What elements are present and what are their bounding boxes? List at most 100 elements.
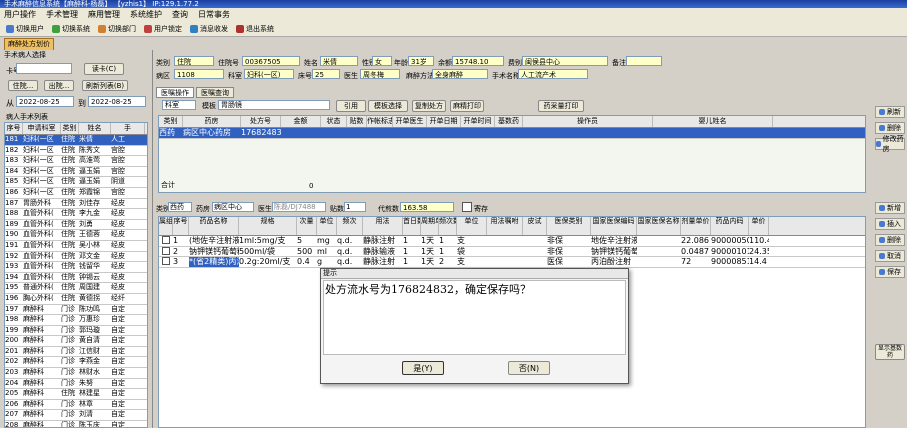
list-item[interactable]: 184 妇科(一区 住院 逼玉娟 宫腔 bbox=[5, 167, 147, 178]
side-button[interactable]: 删除 bbox=[875, 122, 905, 134]
column-header[interactable]: 用法 bbox=[363, 217, 403, 235]
print-narcotic-button[interactable]: 麻精打印 bbox=[450, 100, 484, 112]
column-header[interactable]: 操作员 bbox=[523, 116, 653, 127]
column-header[interactable]: 类别 bbox=[61, 123, 79, 134]
menu-item[interactable]: 日常事务 bbox=[198, 9, 230, 20]
column-header[interactable]: 次量 bbox=[297, 217, 317, 235]
list-item[interactable]: 207 麻醉科 门诊 刘清 自定 bbox=[5, 410, 147, 422]
list-item[interactable]: 186 妇科(一区 住院 郑霞锦 宫腔 bbox=[5, 188, 147, 199]
rx-tie-input[interactable]: 1 bbox=[344, 202, 366, 212]
toolbar-button[interactable]: 切换系统 bbox=[50, 24, 92, 34]
column-header[interactable]: 单位 bbox=[457, 217, 487, 235]
list-item[interactable]: 197 麻醉科 门诊 陈功鸣 自定 bbox=[5, 305, 147, 316]
column-header[interactable]: 国家医保编码 bbox=[591, 217, 637, 235]
column-header[interactable]: 贴数 bbox=[347, 116, 367, 127]
column-header[interactable]: 周期单位 bbox=[421, 217, 439, 235]
column-header[interactable]: 药品内码 bbox=[711, 217, 749, 235]
read-card-button[interactable]: 读卡(C) bbox=[84, 63, 124, 75]
column-header[interactable]: 医保类别 bbox=[547, 217, 591, 235]
list-item[interactable]: 181 妇科(一区 住院 米倩 人工 bbox=[5, 135, 147, 146]
list-item[interactable]: 208 麻醉科 门诊 陈玉庆 自定 bbox=[5, 421, 147, 427]
row-checkbox[interactable] bbox=[159, 257, 173, 267]
table-row[interactable]: 3 *(省2精类)丙泊酚0.2g:20ml/支 0.4 g q.d. 静脉注射 1 1天 2 支 医… bbox=[159, 257, 865, 268]
list-item[interactable]: 204 麻醉科 门诊 朱努 自定 bbox=[5, 379, 147, 390]
row-checkbox[interactable] bbox=[159, 246, 173, 257]
side-button[interactable]: 插入 bbox=[875, 218, 905, 230]
column-header[interactable]: 频次 bbox=[337, 217, 363, 235]
column-header[interactable]: 用法嘱咐 bbox=[487, 217, 523, 235]
table-row[interactable]: 1 (地佐辛注射液 1ml:5mg/支 5 mg q.d. 静脉注射 1 1天 1 支 非保 地佐辛注射… bbox=[159, 236, 865, 247]
column-header[interactable]: 金额 bbox=[281, 116, 321, 127]
list-item[interactable]: 194 血管外科(住院 钟锡云 经皮 bbox=[5, 273, 147, 284]
template-input[interactable]: 胃肠镜 bbox=[218, 100, 330, 110]
list-item[interactable]: 196 胸心外科(住院 黄德拐 经纤 bbox=[5, 294, 147, 305]
rx-pharm-select[interactable]: 病区中心 bbox=[212, 202, 254, 212]
menu-item[interactable]: 系统维护 bbox=[130, 9, 162, 20]
column-header[interactable]: 开单日期 bbox=[427, 116, 461, 127]
toolbar-button[interactable]: 用户锁定 bbox=[142, 24, 184, 34]
column-header[interactable]: 频次数量 bbox=[439, 217, 457, 235]
column-header[interactable]: 单位 bbox=[317, 217, 337, 235]
list-item[interactable]: 188 血管外科(住院 李九金 经皮 bbox=[5, 209, 147, 220]
use-button[interactable]: 引用 bbox=[336, 100, 366, 112]
no-button[interactable]: 否(N) bbox=[508, 361, 550, 375]
side-button[interactable]: 新增 bbox=[875, 202, 905, 214]
list-item[interactable]: 190 血管外科(住院 王德蓉 经皮 bbox=[5, 230, 147, 241]
list-item[interactable]: 199 麻醉科 门诊 郭玛璇 自定 bbox=[5, 326, 147, 337]
row-checkbox[interactable] bbox=[159, 236, 173, 246]
list-item[interactable]: 202 麻醉科 门诊 李燕金 自定 bbox=[5, 357, 147, 369]
column-header[interactable]: 单价 bbox=[749, 217, 769, 235]
list-item[interactable]: 183 妇科(一区 住院 高淮莺 宫腔 bbox=[5, 156, 147, 167]
column-header[interactable]: 国家医保名称 bbox=[637, 217, 681, 235]
list-item[interactable]: 182 妇科(一区 住院 陈秀文 宫腔 bbox=[5, 146, 147, 157]
column-header[interactable]: 药房 bbox=[183, 116, 241, 127]
list-item[interactable]: 189 血管外科(住院 刘勇 经皮 bbox=[5, 220, 147, 231]
memo-field[interactable] bbox=[626, 56, 662, 66]
card-input[interactable] bbox=[16, 63, 72, 74]
copy-rx-button[interactable]: 复制处方 bbox=[412, 100, 446, 112]
side-button[interactable]: 取消 bbox=[875, 250, 905, 262]
menu-item[interactable]: 麻用管理 bbox=[88, 9, 120, 20]
list-item[interactable]: 200 麻醉科 门诊 黄自清 自定 bbox=[5, 336, 147, 347]
menu-item[interactable]: 手术管理 bbox=[46, 9, 78, 20]
column-header[interactable]: 申请科室 bbox=[23, 123, 61, 134]
column-header[interactable]: 手 bbox=[111, 123, 145, 134]
list-item[interactable]: 195 普通外科(住院 周国建 经皮 bbox=[5, 283, 147, 294]
column-header[interactable]: 开单医生 bbox=[393, 116, 427, 127]
refresh-list-button[interactable]: 刷新列表(B) bbox=[82, 80, 128, 91]
list-item[interactable]: 187 胃肠外科 住院 刘佳存 经皮 bbox=[5, 199, 147, 210]
column-header[interactable]: 处方号 bbox=[241, 116, 281, 127]
date-to-input[interactable]: 2022-08-25 bbox=[88, 96, 146, 107]
list-item[interactable]: 185 妇科(一区 住院 逼玉娟 阴道 bbox=[5, 177, 147, 188]
table-row[interactable]: 2 钠钾镁钙葡萄糖注射液500ml/袋 500 ml q.d. 静脉输液 1 1天 1 袋 非保 钠钾… bbox=[159, 246, 865, 258]
dept-select[interactable]: 科室 bbox=[162, 100, 196, 110]
toolbar-button[interactable]: 切换用户 bbox=[4, 24, 46, 34]
yes-button[interactable]: 是(Y) bbox=[402, 361, 444, 375]
column-header[interactable]: 规格 bbox=[239, 217, 297, 235]
side-button[interactable]: 修改药房 bbox=[875, 135, 905, 153]
date-from-input[interactable]: 2022-08-25 bbox=[16, 96, 74, 107]
column-header[interactable]: 剂量单价 bbox=[681, 217, 711, 235]
list-item[interactable]: 201 麻醉科 门诊 江信财 自定 bbox=[5, 347, 147, 358]
column-header[interactable]: 序号 bbox=[5, 123, 23, 134]
side-button[interactable]: 刷新 bbox=[875, 106, 905, 118]
column-header[interactable]: 序号 bbox=[173, 217, 189, 235]
show-base-drug-button[interactable]: 显示基数药 bbox=[875, 344, 905, 360]
column-header[interactable]: 姓名 bbox=[79, 123, 111, 134]
menu-item[interactable]: 用户操作 bbox=[4, 9, 36, 20]
list-item[interactable]: 193 血管外科(住院 钱留华 经皮 bbox=[5, 262, 147, 273]
list-item[interactable]: 203 麻醉科 门诊 林财水 自定 bbox=[5, 368, 147, 379]
discharged-button[interactable]: 出院... bbox=[44, 80, 74, 91]
list-item[interactable]: 192 血管外科(住院 邓文金 经皮 bbox=[5, 252, 147, 263]
list-item[interactable]: 206 麻醉科 门诊 林章 自定 bbox=[5, 400, 147, 411]
column-header[interactable]: 基数药 bbox=[495, 116, 523, 127]
rx-type-select[interactable]: 西药 bbox=[168, 202, 192, 212]
toolbar-button[interactable]: 退出系统 bbox=[234, 24, 276, 34]
list-item[interactable]: 191 血管外科(住院 吴小林 经皮 bbox=[5, 241, 147, 252]
table-row[interactable]: 西药 病区中心药房 176824832 bbox=[159, 128, 865, 139]
rx-doctor-field[interactable]: 陈磊/DJ7488 bbox=[272, 202, 326, 212]
print-all-button[interactable]: 药采量打印 bbox=[538, 100, 584, 112]
menu-item[interactable]: 查询 bbox=[172, 9, 188, 20]
deposit-checkbox[interactable] bbox=[462, 202, 472, 212]
column-header[interactable]: 药品名称 bbox=[189, 217, 239, 235]
